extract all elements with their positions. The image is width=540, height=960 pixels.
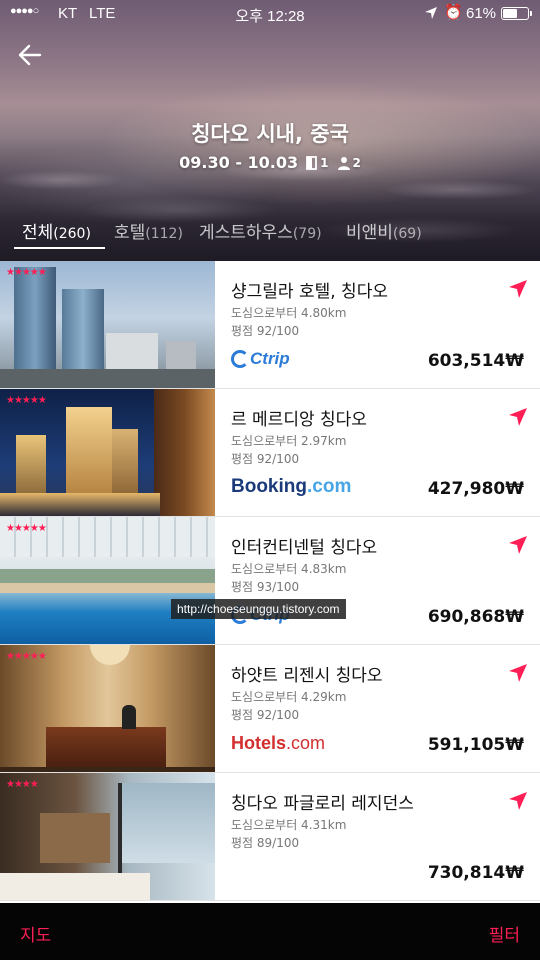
navigation-icon[interactable] (508, 279, 528, 299)
hotel-rating: 평점 89/100 (231, 836, 300, 850)
hotel-distance: 도심으로부터 2.97km (231, 434, 347, 448)
active-tab-indicator (14, 247, 105, 249)
map-button[interactable]: 지도 (20, 921, 51, 946)
hotel-price: 603,514₩ (427, 351, 524, 371)
hotel-name: 하얏트 리젠시 칭다오 (231, 666, 383, 686)
tab-count: (69) (392, 226, 422, 242)
location-services-icon (425, 7, 437, 19)
hotel-name: 샹그릴라 호텔, 칭다오 (231, 282, 388, 302)
back-arrow-icon[interactable] (16, 42, 44, 68)
hotel-name: 인터컨티넨털 칭다오 (231, 538, 378, 558)
bottom-action-bar: 지도 필터 (0, 903, 540, 960)
hotel-rating: 평점 92/100 (231, 324, 300, 338)
navigation-icon[interactable] (508, 663, 528, 683)
hotel-photo: ★★★★★ (0, 261, 215, 388)
tab-label: 게스트하우스 (199, 223, 293, 243)
watermark: http://choeseunggu.tistory.com (171, 599, 346, 619)
hotel-distance: 도심으로부터 4.31km (231, 818, 347, 832)
tab-all[interactable]: 전체(260) (22, 218, 91, 243)
tab-guesthouse[interactable]: 게스트하우스(79) (199, 218, 322, 243)
hotel-list-item[interactable]: ★★★★★ 인터컨티넨털 칭다오 도심으로부터 4.83km 평점 93/100… (0, 517, 540, 645)
navigation-icon[interactable] (508, 407, 528, 427)
tab-count: (260) (53, 226, 91, 242)
hotel-list[interactable]: ★★★★★ 샹그릴라 호텔, 칭다오 도심으로부터 4.80km 평점 92/1… (0, 261, 540, 903)
hotel-list-item[interactable]: ★★★★★ 샹그릴라 호텔, 칭다오 도심으로부터 4.80km 평점 92/1… (0, 261, 540, 389)
provider-logo-ctrip: Ctrip (231, 347, 290, 371)
star-rating: ★★★★★ (6, 267, 47, 278)
hotel-photo: ★★★★★ (0, 517, 215, 644)
hotel-name: 르 메르디앙 칭다오 (231, 410, 367, 430)
hotel-photo: ★★★★ (0, 773, 215, 900)
battery-percentage: 61% (466, 5, 497, 22)
destination-title: 칭다오 시내, 중국 (191, 122, 349, 146)
provider-logo-booking: Booking.com (231, 476, 352, 497)
hotel-rating: 평점 92/100 (231, 708, 300, 722)
hotel-distance: 도심으로부터 4.83km (231, 562, 347, 576)
star-rating: ★★★★ (6, 779, 39, 790)
hotel-list-item[interactable]: ★★★★★ 하얏트 리젠시 칭다오 도심으로부터 4.29km 평점 92/10… (0, 645, 540, 773)
hotel-photo: ★★★★★ (0, 389, 215, 516)
battery-icon (501, 7, 532, 20)
room-count: 1 (320, 155, 329, 170)
tab-count: (112) (145, 226, 183, 242)
hotel-price: 690,868₩ (427, 607, 524, 627)
trip-summary[interactable]: 09.30 - 10.03 1 2 (0, 153, 540, 172)
hotel-list-item[interactable]: ★★★★★ 르 메르디앙 칭다오 도심으로부터 2.97km 평점 92/100… (0, 389, 540, 517)
star-rating: ★★★★★ (6, 651, 47, 662)
tab-label: 전체 (22, 223, 54, 243)
trip-dates: 09.30 - 10.03 (179, 153, 299, 172)
hotel-list-item[interactable]: ★★★★ 칭다오 파글로리 레지던스 도심으로부터 4.31km 평점 89/1… (0, 773, 540, 901)
hotel-rating: 평점 93/100 (231, 580, 300, 594)
guest-count: 2 (352, 155, 361, 170)
tab-hotel[interactable]: 호텔(112) (114, 218, 183, 243)
star-rating: ★★★★★ (6, 523, 47, 534)
status-bar: ●●●●○ KT LTE 오후 12:28 ⏰ 61% (0, 0, 540, 28)
tab-label: 호텔 (114, 223, 146, 243)
hotel-name: 칭다오 파글로리 레지던스 (231, 794, 414, 814)
hotel-rating: 평점 92/100 (231, 452, 300, 466)
navigation-icon[interactable] (508, 535, 528, 555)
hotel-price: 591,105₩ (427, 735, 524, 755)
guest-icon (337, 156, 350, 170)
category-tabs: 전체(260) 호텔(112) 게스트하우스(79) 비앤비(69) (0, 218, 540, 252)
hotel-price: 427,980₩ (427, 479, 524, 499)
star-rating: ★★★★★ (6, 395, 47, 406)
alarm-icon: ⏰ (444, 4, 463, 21)
tab-count: (79) (292, 226, 322, 242)
hotel-photo: ★★★★★ (0, 645, 215, 772)
hotel-distance: 도심으로부터 4.80km (231, 306, 347, 320)
tab-bnb[interactable]: 비앤비(69) (346, 218, 422, 243)
tab-label: 비앤비 (346, 223, 393, 243)
provider-logo-hotels: Hotels.com (231, 732, 326, 753)
filter-button[interactable]: 필터 (489, 921, 520, 946)
hotel-price: 730,814₩ (427, 863, 524, 883)
hotel-distance: 도심으로부터 4.29km (231, 690, 347, 704)
destination-header: ●●●●○ KT LTE 오후 12:28 ⏰ 61% 칭다오 시내, 중국 0… (0, 0, 540, 261)
room-icon (306, 155, 318, 170)
navigation-icon[interactable] (508, 791, 528, 811)
